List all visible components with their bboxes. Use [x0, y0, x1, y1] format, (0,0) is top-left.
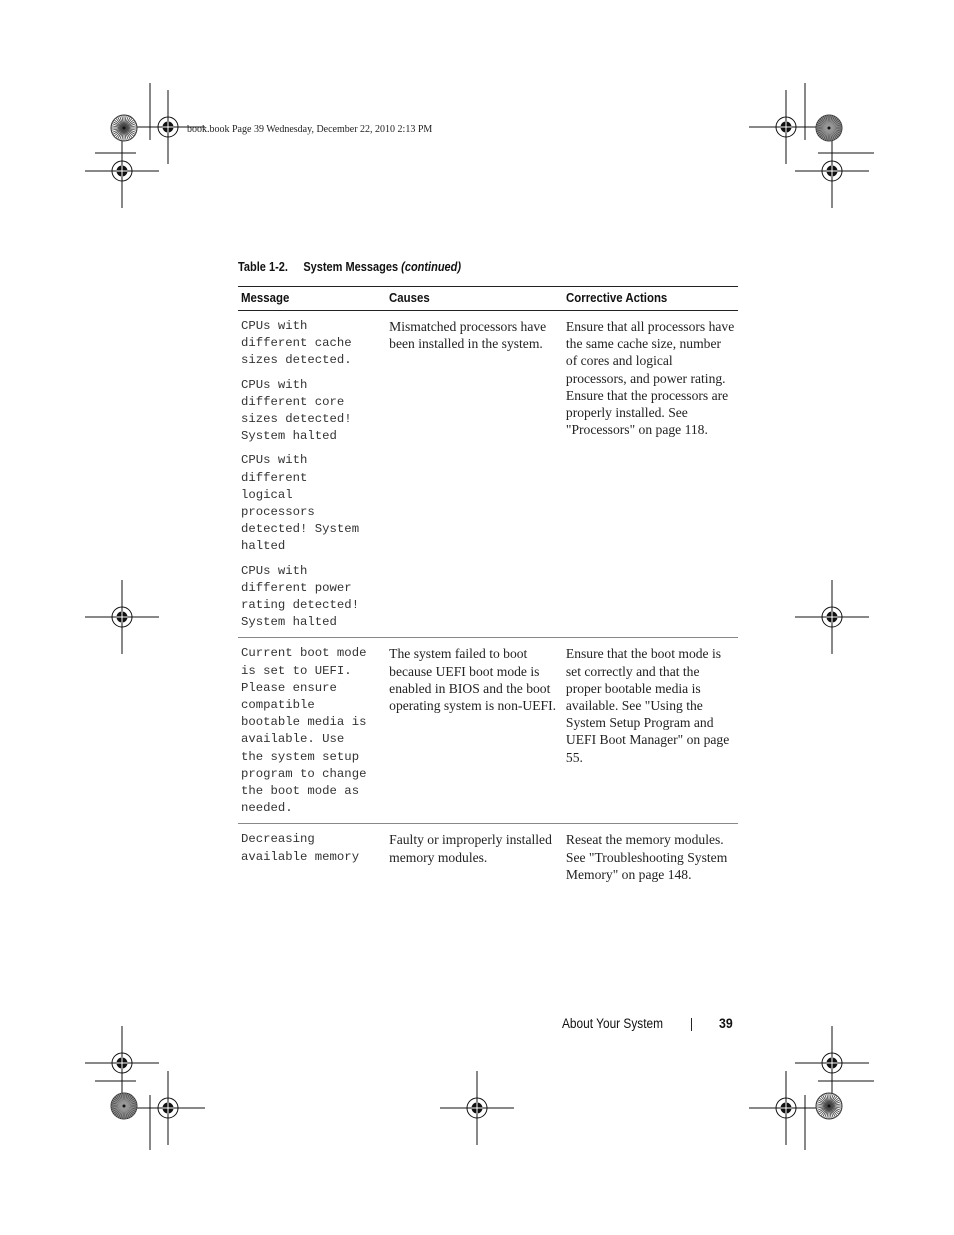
crosshair-registration-icon: [749, 90, 823, 164]
causes-cell: The system failed to boot because UEFI b…: [386, 637, 563, 825]
crosshair-registration-icon: [131, 1071, 205, 1145]
table-row: CPUs with different cache sizes detected…: [238, 310, 738, 639]
actions-cell: Ensure that all processors have the same…: [562, 310, 738, 639]
crosshair-registration-icon: [440, 1071, 514, 1145]
system-messages-table: Message Causes Corrective Actions CPUs w…: [238, 286, 738, 889]
starburst-print-target-icon: [815, 1092, 843, 1120]
crosshair-registration-icon: [795, 1026, 869, 1100]
column-header-label: Corrective Actions: [565, 290, 668, 305]
message-cell: Current boot mode is set to UEFI. Please…: [238, 637, 387, 825]
crosshair-registration-icon: [85, 1026, 159, 1100]
actions-cell: Reseat the memory modules. See "Troubles…: [565, 832, 728, 882]
column-header-causes: Causes: [386, 286, 563, 311]
crosshair-registration-icon: [85, 134, 159, 208]
table-caption-suffix: (continued): [401, 260, 462, 274]
starburst-print-target-icon: [815, 114, 843, 142]
footer-page-number: 39: [719, 1015, 733, 1031]
message-cell: CPUs with different cache sizes detected…: [238, 310, 387, 639]
causes-cell: Faulty or improperly installed memory mo…: [389, 832, 552, 865]
column-header-label: Message: [241, 290, 290, 305]
crosshair-registration-icon: [749, 1071, 823, 1145]
crosshair-registration-icon: [795, 134, 869, 208]
table-header-row: Message Causes Corrective Actions: [238, 286, 738, 311]
print-slug-line: book.book Page 39 Wednesday, December 22…: [187, 124, 433, 135]
message-text: Decreasing available memory: [241, 832, 360, 864]
column-header-label: Causes: [389, 290, 430, 305]
message-text: Current boot mode is set to UEFI. Please…: [241, 646, 367, 816]
table-caption: Table 1-2. System Messages (continued): [238, 260, 461, 274]
message-text: CPUs with different core sizes detected!…: [241, 377, 352, 444]
column-header-actions: Corrective Actions: [562, 286, 738, 311]
message-text: CPUs with different power rating detecte…: [241, 563, 360, 630]
crosshair-registration-icon: [85, 580, 159, 654]
causes-cell: Mismatched processors have been installe…: [386, 310, 563, 639]
table-row: Decreasing available memory Faulty or im…: [238, 824, 738, 889]
footer-divider: [691, 1018, 692, 1031]
actions-cell: Ensure that the boot mode is set correct…: [562, 637, 738, 825]
table-caption-number: Table 1-2.: [238, 260, 288, 274]
column-header-message: Message: [238, 286, 387, 311]
message-cell: Decreasing available memory: [238, 824, 386, 889]
table-row: Current boot mode is set to UEFI. Please…: [238, 637, 738, 825]
starburst-print-target-icon: [110, 1092, 138, 1120]
table-caption-title: System Messages: [303, 260, 399, 274]
message-text: CPUs with different logical processors d…: [241, 453, 360, 554]
footer-section-title: About Your System: [562, 1016, 664, 1031]
message-text: CPUs with different cache sizes detected…: [241, 319, 352, 368]
crosshair-registration-icon: [795, 580, 869, 654]
starburst-print-target-icon: [110, 114, 138, 142]
